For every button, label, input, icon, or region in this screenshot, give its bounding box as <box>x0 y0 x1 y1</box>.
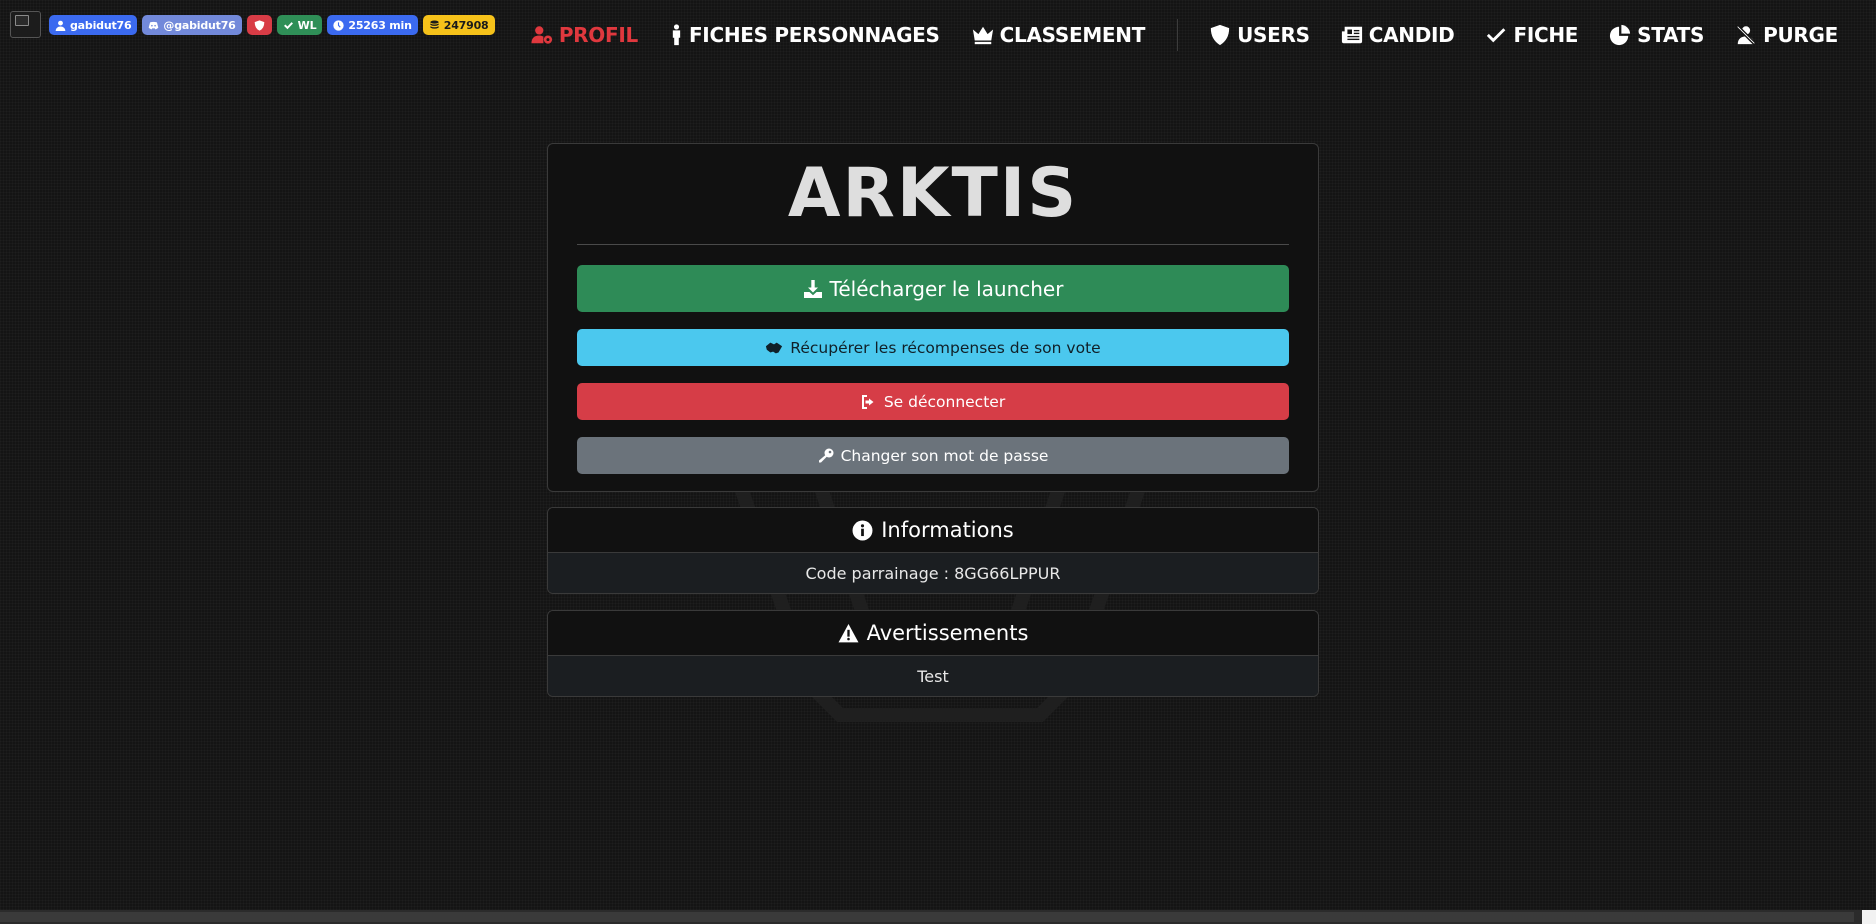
brand-logo: ARKTIS <box>787 154 1079 233</box>
download-launcher-button[interactable]: Télécharger le launcher <box>577 265 1289 312</box>
handshake-icon <box>766 342 783 353</box>
check-icon <box>1487 28 1506 43</box>
nav-fiche[interactable]: FICHE <box>1485 23 1578 47</box>
username-text: gabidut76 <box>70 18 132 32</box>
username-badge: gabidut76 <box>49 15 138 35</box>
crown-icon <box>972 26 993 45</box>
nav-users[interactable]: USERS <box>1209 23 1310 47</box>
playtime-badge: 25263 min <box>327 15 418 35</box>
nav-stats[interactable]: STATS <box>1609 23 1704 47</box>
user-gear-icon <box>531 26 552 44</box>
shield-icon <box>1210 24 1230 46</box>
nav-fiches-personnages[interactable]: FICHES PERSONNAGES <box>670 23 940 47</box>
informations-title: Informations <box>881 518 1014 542</box>
shield-icon <box>254 19 264 31</box>
download-icon <box>803 279 822 298</box>
discord-badge: @gabidut76 <box>142 15 242 35</box>
coins-badge: 247908 <box>422 15 495 35</box>
user-badges: gabidut76 @gabidut76 WL 25263 min 247908 <box>49 15 495 35</box>
nav-label: FICHES PERSONNAGES <box>688 23 940 47</box>
nav-label: USERS <box>1237 23 1310 47</box>
whitelist-badge: WL <box>276 15 323 35</box>
nav-profil[interactable]: PROFIL <box>531 23 638 47</box>
nav-label: PURGE <box>1763 23 1838 47</box>
newspaper-icon <box>1341 26 1362 44</box>
card-divider <box>577 244 1289 245</box>
profile-card: ARKTIS Télécharger le launcher Récupérer… <box>547 143 1319 492</box>
nav-divider <box>1177 19 1179 51</box>
informations-body: Code parrainage : 8GG66LPPUR <box>548 553 1318 593</box>
info-circle-icon <box>852 520 873 540</box>
nav-label: CANDID <box>1368 23 1455 47</box>
change-password-button[interactable]: Changer son mot de passe <box>577 437 1289 474</box>
download-label: Télécharger le launcher <box>829 276 1064 301</box>
user-icon <box>55 20 66 31</box>
coins-icon <box>430 20 439 29</box>
scrollbar-corner <box>1862 910 1876 924</box>
informations-card: Informations Code parrainage : 8GG66LPPU… <box>547 507 1319 594</box>
pie-chart-icon <box>1610 24 1631 46</box>
coins-text: 247908 <box>443 18 489 32</box>
main-nav: PROFIL FICHES PERSONNAGES CLASSEMENT USE… <box>531 18 1838 52</box>
sign-out-icon <box>861 394 874 409</box>
warnings-title: Avertissements <box>866 621 1029 645</box>
top-bar: gabidut76 @gabidut76 WL 25263 min 247908… <box>0 0 1876 70</box>
user-slash-icon <box>1735 24 1757 46</box>
nav-label: CLASSEMENT <box>999 23 1146 47</box>
nav-classement[interactable]: CLASSEMENT <box>972 23 1145 47</box>
nav-purge[interactable]: PURGE <box>1735 23 1838 47</box>
warnings-header: Avertissements <box>548 611 1318 656</box>
nav-label: STATS <box>1637 23 1705 47</box>
password-label: Changer son mot de passe <box>840 446 1049 465</box>
informations-header: Informations <box>548 508 1318 553</box>
whitelist-text: WL <box>297 18 317 32</box>
vote-rewards-button[interactable]: Récupérer les récompenses de son vote <box>577 329 1289 366</box>
nav-label: FICHE <box>1513 23 1579 47</box>
nav-candid[interactable]: CANDID <box>1341 23 1455 47</box>
discord-handle: @gabidut76 <box>163 18 236 32</box>
person-icon <box>672 24 681 46</box>
key-icon <box>818 448 834 462</box>
admin-shield-badge <box>246 15 272 35</box>
check-icon <box>283 21 293 29</box>
vote-label: Récupérer les récompenses de son vote <box>790 338 1101 357</box>
clock-icon <box>333 19 345 31</box>
playtime-text: 25263 min <box>348 18 412 32</box>
avatar[interactable] <box>10 11 41 38</box>
logout-button[interactable]: Se déconnecter <box>577 383 1289 420</box>
logout-label: Se déconnecter <box>883 392 1006 411</box>
warnings-body: Test <box>548 656 1318 696</box>
warnings-card: Avertissements Test <box>547 610 1319 697</box>
warning-triangle-icon <box>838 623 859 642</box>
nav-label: PROFIL <box>558 23 638 47</box>
discord-icon <box>149 21 159 29</box>
scrollbar-thumb[interactable] <box>0 912 1854 922</box>
horizontal-scrollbar[interactable] <box>0 910 1876 924</box>
